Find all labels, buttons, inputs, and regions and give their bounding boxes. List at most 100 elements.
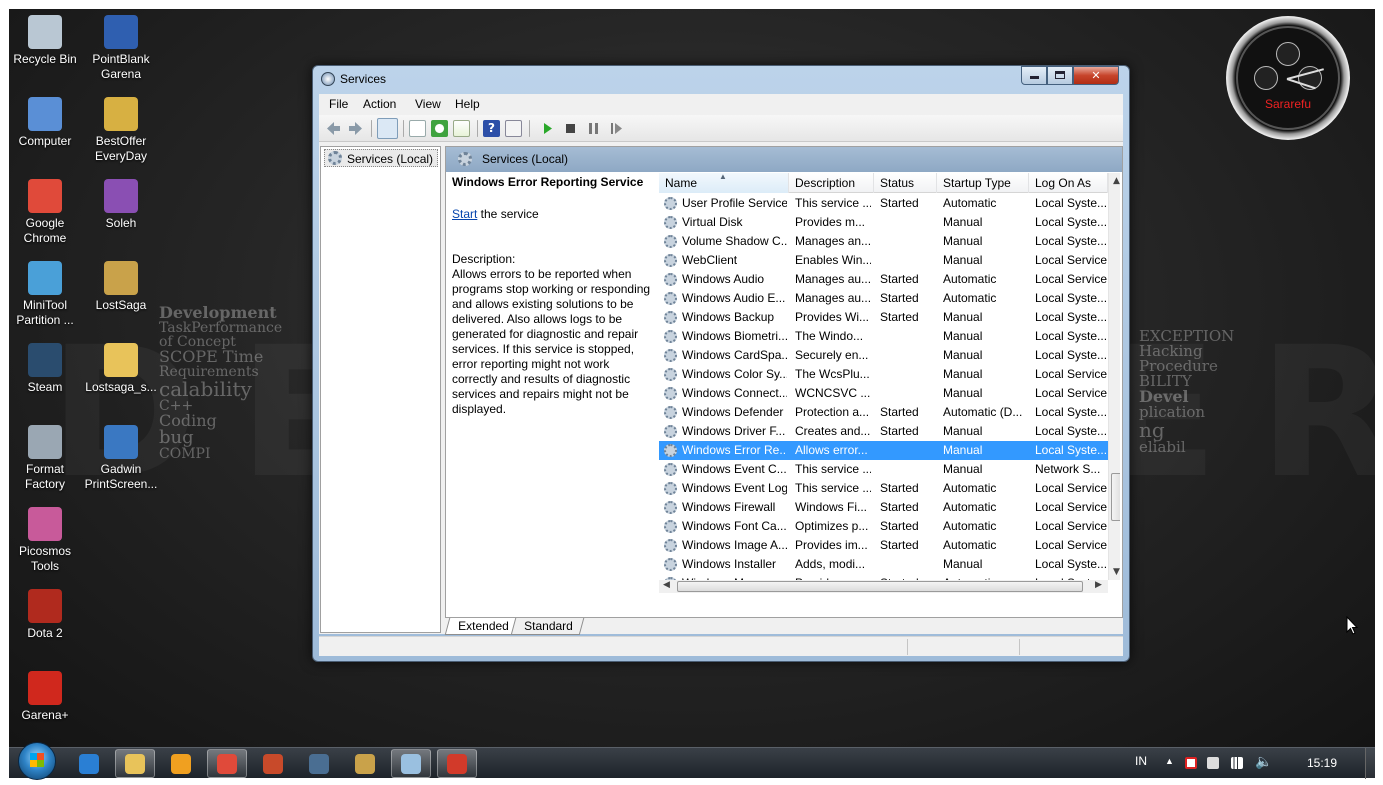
service-row[interactable]: Windows Error Re... Allows error... Manual… bbox=[659, 441, 1108, 460]
desktop-icon-archive[interactable]: Soleh bbox=[84, 179, 158, 231]
start-button[interactable] bbox=[18, 742, 56, 780]
desktop-icon-minitool[interactable]: MiniTool Partition ... bbox=[9, 261, 82, 328]
export-list-icon[interactable] bbox=[453, 120, 470, 137]
start-service-link[interactable]: Start bbox=[452, 207, 477, 221]
service-row[interactable]: Virtual Disk Provides m... Manual Local Sys… bbox=[659, 213, 1108, 232]
taskbar-button-steam[interactable] bbox=[299, 749, 339, 778]
title-bar[interactable]: Services ✕ bbox=[313, 66, 1129, 92]
restart-service-icon[interactable] bbox=[608, 120, 625, 137]
desktop-icon-folder[interactable]: Lostsaga_s... bbox=[84, 343, 158, 395]
stop-service-icon[interactable] bbox=[562, 120, 579, 137]
forward-arrow-icon[interactable] bbox=[347, 120, 364, 137]
service-row[interactable]: Windows Defender Protection a... Started Au… bbox=[659, 403, 1108, 422]
service-row[interactable]: Windows Audio Manages au... Started Automat… bbox=[659, 270, 1108, 289]
tree-node-services-local[interactable]: Services (Local) bbox=[324, 149, 439, 167]
service-row[interactable]: WebClient Enables Win... Manual Local Servi… bbox=[659, 251, 1108, 270]
tab-extended[interactable]: Extended bbox=[444, 618, 520, 635]
service-row[interactable]: Windows Event Log This service ... Started… bbox=[659, 479, 1108, 498]
desktop-icon-picosmos[interactable]: Picosmos Tools bbox=[9, 507, 82, 574]
back-arrow-icon[interactable] bbox=[325, 120, 342, 137]
action-center-flag-icon[interactable] bbox=[1185, 757, 1197, 769]
horizontal-scroll-thumb[interactable] bbox=[677, 581, 1083, 592]
column-header-name[interactable]: Name ▲ bbox=[659, 173, 789, 193]
scroll-left-arrow-icon[interactable]: ◀ bbox=[663, 580, 670, 590]
start-service-icon[interactable] bbox=[539, 120, 556, 137]
device-icon[interactable] bbox=[1207, 757, 1219, 769]
language-indicator[interactable]: IN bbox=[1135, 754, 1147, 768]
service-row[interactable]: User Profile Service This service ... Star… bbox=[659, 194, 1108, 213]
service-row[interactable]: Windows Event C... This service ... Manual… bbox=[659, 460, 1108, 479]
pause-service-icon[interactable] bbox=[585, 120, 602, 137]
service-row[interactable]: Windows Biometri... The Windo... Manual Loc… bbox=[659, 327, 1108, 346]
desktop-icon-gadwin[interactable]: Gadwin PrintScreen... bbox=[84, 425, 158, 492]
scroll-right-arrow-icon[interactable]: ▶ bbox=[1095, 580, 1102, 590]
scroll-up-arrow-icon[interactable]: ▲ bbox=[1113, 176, 1120, 186]
column-header-startup-type[interactable]: Startup Type bbox=[937, 173, 1029, 193]
desktop-icon-gift[interactable]: BestOffer EveryDay bbox=[84, 97, 158, 164]
desktop-icon-dota[interactable]: Dota 2 bbox=[9, 589, 82, 641]
desktop-icon-pointblank[interactable]: PointBlank Garena bbox=[84, 15, 158, 82]
taskbar-button-lostsaga[interactable] bbox=[345, 749, 385, 778]
action-pane-icon[interactable] bbox=[505, 120, 522, 137]
network-signal-icon[interactable] bbox=[1231, 757, 1243, 769]
desktop-icon-lostsaga[interactable]: LostSaga bbox=[84, 261, 158, 313]
service-row[interactable]: Windows Backup Provides Wi... Started Manua… bbox=[659, 308, 1108, 327]
properties-icon[interactable] bbox=[409, 120, 426, 137]
refresh-icon[interactable] bbox=[431, 120, 448, 137]
column-header-description[interactable]: Description bbox=[789, 173, 874, 193]
taskbar-button-notepad[interactable] bbox=[391, 749, 431, 778]
desktop-icon-label: Steam bbox=[27, 380, 63, 394]
cell-name: Windows Audio bbox=[682, 272, 765, 286]
steam-icon bbox=[28, 343, 62, 377]
menu-action[interactable]: Action bbox=[363, 97, 396, 111]
service-row[interactable]: Windows Firewall Windows Fi... Started Auto… bbox=[659, 498, 1108, 517]
taskbar-button-explorer-folder[interactable] bbox=[115, 749, 155, 778]
taskbar-button-internet-explorer[interactable] bbox=[69, 749, 109, 778]
service-row[interactable]: Windows Installer Adds, modi... Manual Loca… bbox=[659, 555, 1108, 574]
desktop-icon-garena[interactable]: Garena+ bbox=[9, 671, 82, 723]
clock-gadget[interactable]: Sararefu bbox=[1226, 16, 1350, 140]
service-row[interactable]: Windows Driver F... Creates and... Started… bbox=[659, 422, 1108, 441]
show-hidden-icons-icon[interactable]: ▲ bbox=[1165, 756, 1174, 766]
service-gear-icon bbox=[664, 387, 677, 400]
show-desktop-button[interactable] bbox=[1365, 748, 1375, 779]
service-row[interactable]: Windows Connect... WCNCSVC ... Manual Local… bbox=[659, 384, 1108, 403]
cell-status: Started bbox=[880, 500, 919, 514]
maximize-button[interactable] bbox=[1047, 66, 1073, 85]
show-hide-console-tree-icon[interactable] bbox=[377, 118, 398, 139]
service-row[interactable]: Windows CardSpa... Securely en... Manual Lo… bbox=[659, 346, 1108, 365]
desktop-icon-computer[interactable]: Computer bbox=[9, 97, 82, 149]
close-button[interactable]: ✕ bbox=[1073, 66, 1119, 85]
taskbar-button-media-player[interactable] bbox=[161, 749, 201, 778]
desktop-icon-format-factory[interactable]: Format Factory bbox=[9, 425, 82, 492]
minimize-button[interactable] bbox=[1021, 66, 1047, 85]
menu-file[interactable]: File bbox=[329, 97, 348, 111]
taskbar-button-chrome[interactable] bbox=[207, 749, 247, 778]
service-row[interactable]: Windows Image A... Provides im... Started A… bbox=[659, 536, 1108, 555]
help-icon[interactable]: ? bbox=[483, 120, 500, 137]
column-header-log-on-as[interactable]: Log On As bbox=[1029, 173, 1108, 193]
service-row[interactable]: Windows Color Sy... The WcsPlu... Manual Lo… bbox=[659, 365, 1108, 384]
desktop-icon-chrome[interactable]: Google Chrome bbox=[9, 179, 82, 246]
vertical-scroll-thumb[interactable] bbox=[1111, 473, 1120, 521]
clock-time[interactable]: 15:19 bbox=[1307, 756, 1337, 770]
toolbar-separator bbox=[529, 120, 530, 137]
menu-help[interactable]: Help bbox=[455, 97, 480, 111]
desktop-icon-recycle-bin[interactable]: Recycle Bin bbox=[9, 15, 82, 67]
vertical-scrollbar[interactable]: ▲ ▼ bbox=[1108, 173, 1120, 580]
service-row[interactable]: Windows Audio E... Manages au... Started Au… bbox=[659, 289, 1108, 308]
taskbar-button-gift[interactable] bbox=[253, 749, 293, 778]
service-row[interactable]: Volume Shadow C... Manages an... Manual Loc… bbox=[659, 232, 1108, 251]
notepad-icon bbox=[401, 753, 421, 774]
desktop-icon-steam[interactable]: Steam bbox=[9, 343, 82, 395]
services-window[interactable]: Services ✕ File Action View Help ? Servi… bbox=[312, 65, 1130, 662]
volume-icon[interactable]: 🔈 bbox=[1255, 753, 1272, 770]
service-row[interactable]: Windows Font Ca... Optimizes p... Started A… bbox=[659, 517, 1108, 536]
menu-view[interactable]: View bbox=[415, 97, 441, 111]
horizontal-scrollbar[interactable]: ◀ ▶ bbox=[659, 580, 1108, 593]
tab-standard[interactable]: Standard bbox=[510, 618, 584, 635]
cell-description: Provides m... bbox=[795, 215, 866, 229]
column-header-status[interactable]: Status bbox=[874, 173, 937, 193]
taskbar-button-services[interactable] bbox=[437, 749, 477, 778]
scroll-down-arrow-icon[interactable]: ▼ bbox=[1113, 567, 1120, 577]
